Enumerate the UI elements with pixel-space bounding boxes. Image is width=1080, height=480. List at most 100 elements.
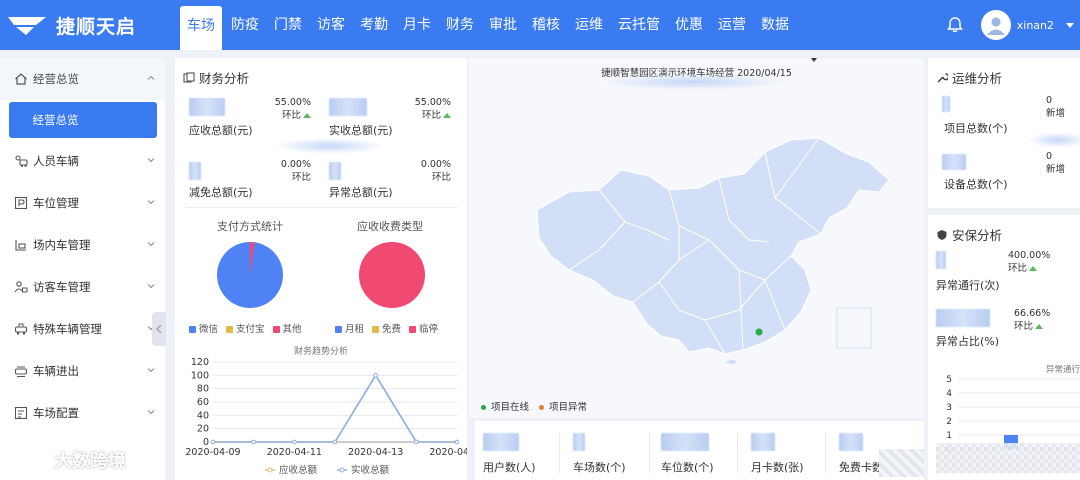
nav-tab-access[interactable]: 门禁 [268, 0, 308, 50]
up-arrow-icon [443, 113, 451, 118]
visitor-icon [14, 281, 28, 293]
chevron-down-icon [147, 410, 155, 415]
sidebar-collapse-handle[interactable] [152, 312, 166, 346]
china-map[interactable] [529, 130, 899, 370]
chevron-down-icon[interactable] [1066, 22, 1074, 28]
legend-marker [339, 467, 345, 473]
monthly-card-count-label: 月卡数(张) [751, 461, 804, 474]
chevron-left-icon [156, 324, 162, 334]
abnormal-change: 0.00% 环比 [411, 158, 451, 184]
wrench-icon [937, 72, 948, 83]
legend-item[interactable]: 临停 [409, 321, 438, 335]
data-point [210, 439, 216, 445]
sidebar-subitem-overview[interactable]: 经营总览 [0, 100, 165, 140]
nav-tab-ops[interactable]: 运维 [569, 0, 609, 50]
sidebar-item-overview[interactable]: 经营总览 [0, 58, 165, 100]
nav-tab-parking[interactable]: 车场 [180, 6, 222, 50]
project-new-tag: 新增 [1046, 108, 1066, 119]
map-panel: 捷顺智慧园区演示环境车场经营2020/04/15 项目在线 项目异常 [469, 58, 924, 418]
legend-item[interactable]: 月租 [335, 321, 364, 335]
logo[interactable]: 捷顺天启 [6, 8, 166, 42]
sidebar-item-label: 车位管理 [33, 196, 79, 210]
y-tick-label: 4 [946, 389, 952, 399]
avatar[interactable] [980, 10, 1011, 40]
map-title-glow [599, 74, 789, 90]
nav-tab-attendance[interactable]: 考勤 [354, 0, 394, 50]
legend-marker [267, 467, 273, 473]
data-point [414, 439, 419, 445]
y-tick-label: 80 [197, 384, 209, 395]
nav-tab-audit[interactable]: 稽核 [526, 0, 566, 50]
up-arrow-icon [1029, 266, 1038, 271]
sidebar-item-visitor-vehicles[interactable]: 访客车管理 [0, 266, 165, 308]
chart-title: 财务趋势分析 [294, 345, 348, 357]
user-count-blurred [483, 433, 519, 451]
device-new-tag: 新增 [1046, 164, 1066, 175]
legend-label: 微信 [199, 324, 219, 335]
abnormal-ratio-change: 66.66% 环比 [1014, 307, 1050, 333]
legend-label: 项目在线 [491, 402, 530, 413]
sidebar-item-parking-config[interactable]: 车场配置 [0, 392, 165, 434]
car-inout-icon [14, 366, 28, 377]
fee-type-pie[interactable] [357, 240, 427, 310]
legend-item[interactable]: 项目在线 [481, 399, 529, 413]
legend-item[interactable]: 其他 [272, 321, 302, 335]
receivable-change: 55.00% 环比 [271, 96, 311, 122]
sidebar-item-label: 车辆进出 [33, 364, 79, 378]
x-tick-label: 2020-04-13 [348, 447, 403, 458]
chevron-down-icon [147, 242, 155, 247]
legend-item[interactable]: 项目异常 [539, 399, 587, 413]
nav-tab-visitor[interactable]: 访客 [311, 0, 351, 50]
chevron-down-icon [147, 158, 155, 163]
nav-tab-approval[interactable]: 审批 [483, 0, 523, 50]
abnormal-pass-chart[interactable]: 异常通行 012345 [928, 359, 1080, 480]
device-total-label: 设备总数(个) [944, 178, 1008, 191]
ops-panel: 运维分析 项目总数(个) 0 新增 设备总数(个) 0 新增 [928, 58, 1080, 208]
username[interactable]: xinan2 [1017, 19, 1054, 32]
nav-tab-monthly-card[interactable]: 月卡 [397, 0, 437, 50]
pay-method-legend: 微信 支付宝 其他 [189, 321, 302, 335]
nav-tab-epidemic[interactable]: 防疫 [225, 0, 265, 50]
fee-type-legend: 月租 免费 临停 [335, 321, 438, 335]
nav-tab-finance[interactable]: 财务 [440, 0, 480, 50]
sidebar-item-people-vehicles[interactable]: 人员车辆 [0, 140, 165, 182]
waived-value-blurred [189, 162, 201, 180]
project-online-marker[interactable] [755, 328, 763, 336]
legend-item[interactable]: 免费 [372, 321, 401, 335]
abnormal-label: 异常总额(元) [329, 186, 393, 199]
legend-item[interactable]: 支付宝 [226, 321, 265, 335]
legend-label: 免费 [382, 324, 402, 335]
data-point [292, 439, 297, 445]
bell-icon[interactable] [945, 15, 965, 35]
waived-pct: 0.00% [280, 159, 311, 170]
divider [185, 207, 457, 208]
security-panel: 安保分析 异常通行(次) 400.00% 环比 异常占比(%) 66.66% 环… [928, 215, 1080, 480]
legend-label: 月租 [345, 324, 365, 335]
sidebar-item-inner-vehicles[interactable]: 场内车管理 [0, 224, 165, 266]
sidebar-item-special-vehicles[interactable]: 特殊车辆管理 [0, 308, 165, 350]
legend-item[interactable]: 微信 [189, 321, 218, 335]
received-pct: 55.00% [414, 97, 451, 108]
pay-method-pie[interactable] [215, 240, 285, 310]
caret-down-icon[interactable] [811, 58, 817, 62]
y-tick-label: 5 [946, 375, 952, 385]
divider [825, 433, 826, 473]
logo-text: 捷顺天启 [56, 15, 137, 38]
finance-trend-chart[interactable]: 财务趋势分析 020406080100120 2020-04-09 2020-04… [175, 342, 467, 480]
hainan-island [725, 360, 737, 364]
nav-tab-operations[interactable]: 运营 [712, 0, 752, 50]
parking-icon [14, 196, 28, 210]
monthly-card-count-blurred [751, 433, 775, 451]
nav-tab-data[interactable]: 数据 [755, 0, 795, 50]
waived-change: 0.00% 环比 [271, 158, 311, 184]
finance-panel-title: 财务分析 [183, 68, 249, 87]
shield-icon [937, 229, 947, 240]
abnormal-ratio-label: 异常占比(%) [936, 335, 1000, 348]
sidebar-item-parking-space[interactable]: 车位管理 [0, 182, 165, 224]
free-card-count-blurred [839, 433, 863, 451]
nav-tab-cloud-hosting[interactable]: 云托管 [612, 0, 666, 50]
abnormal-pass-ring-label: 环比 [1008, 263, 1028, 274]
sidebar-item-vehicle-inout[interactable]: 车辆进出 [0, 350, 165, 392]
mini-chart-title: 异常通行 [1046, 364, 1080, 375]
nav-tab-discount[interactable]: 优惠 [669, 0, 709, 50]
